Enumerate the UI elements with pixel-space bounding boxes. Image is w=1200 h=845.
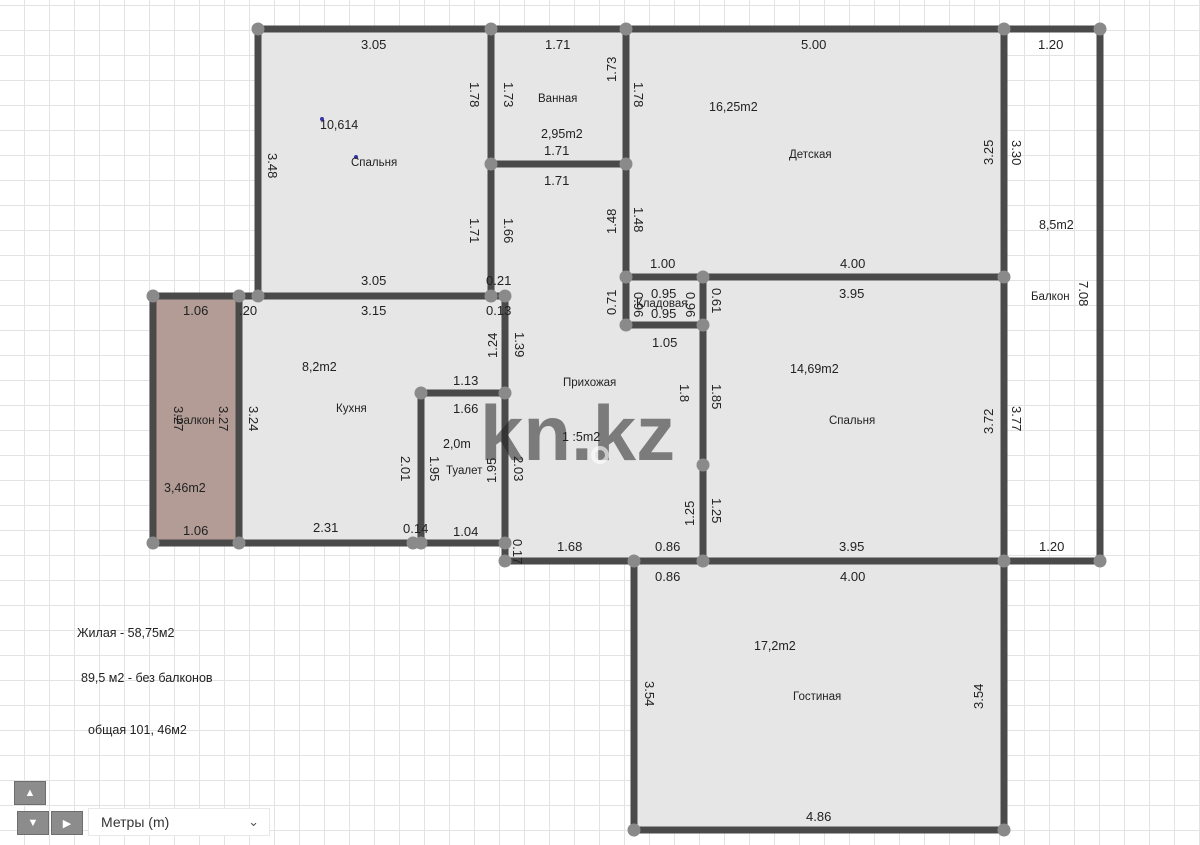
dimension-label: 1.48 [631,207,646,232]
room-area: 1 :5m2 [562,430,600,444]
living-area-note: Жилая - 58,75м2 [77,626,175,640]
dimension-label: 0.96 [683,292,698,317]
arrow-right-icon: ▶ [62,817,72,830]
room-area: 16,25m2 [709,100,758,114]
dimension-label: 3.15 [361,303,386,318]
total-area-note: общая 101, 46м2 [88,723,187,737]
room-area: 17,2m2 [754,639,796,653]
dimension-label: 1.13 [453,373,478,388]
dimension-label: 0.86 [655,539,680,554]
dimension-label: 1.06 [183,523,208,538]
dimension-label: 0.21 [486,273,511,288]
dimension-label: 1.71 [544,143,569,158]
dimension-label: 0.13 [486,303,511,318]
dimension-label: 1.48 [604,209,619,234]
room-area: 2,0m [443,437,471,451]
room-name: Детская [789,149,832,161]
dimension-label: 0.71 [604,290,619,315]
room-area: 8,5m2 [1039,218,1074,232]
dimension-label: 3.54 [642,681,657,706]
chevron-down-icon: ⌄ [248,814,259,829]
dimension-label: 0.61 [709,288,724,313]
dimension-label: 1.78 [467,82,482,107]
dimension-label: 3.24 [246,406,261,431]
dimension-label: 1.8 [677,384,692,402]
dimension-label: 1.06 [183,303,208,318]
dimension-label: 1.73 [501,82,516,107]
dimension-label: 1.39 [512,332,527,357]
dimension-label: 1.20 [1038,37,1063,52]
dimension-label: 0.86 [655,569,680,584]
dimension-label: .20 [239,303,257,318]
dimension-label: 3.48 [265,153,280,178]
dimension-label: 1.78 [631,82,646,107]
dimension-label: 2.31 [313,520,338,535]
dimension-label: 1.71 [544,173,569,188]
dimension-label: 4.00 [840,256,865,271]
dimension-label: 1.25 [682,501,697,526]
room-area: 8,2m2 [302,360,337,374]
dimension-label: 0.96 [631,292,646,317]
dimension-label: 0.17 [510,539,525,564]
dimension-label: 1.04 [453,524,478,539]
floor-plan: kn.kz Ванная 2,95m2 10,614 Спальня 16,25… [146,22,1107,837]
pan-down-button[interactable]: ▼ [17,811,49,835]
dimension-label: 3.30 [1009,140,1024,165]
dimension-label: 3.05 [361,37,386,52]
dimension-label: 1.71 [467,218,482,243]
room-name: Балкон [1031,291,1070,303]
dimension-label: 1.68 [557,539,582,554]
pan-right-button[interactable]: ▶ [51,811,83,835]
dimension-label: 0.95 [651,286,676,301]
room-name: Спальня [351,157,397,169]
room-name: Прихожая [563,377,616,389]
room-name: Кухня [336,403,367,415]
dimension-label: 1.95 [427,456,442,481]
arrow-up-icon: ▲ [24,787,36,799]
dimension-label: 3.77 [1009,406,1024,431]
dimension-label: 1.85 [709,384,724,409]
dimension-label: 3.95 [839,286,864,301]
room-area: 3,46m2 [164,481,206,495]
dimension-label: 1.05 [652,335,677,350]
dimension-label: 1.71 [545,37,570,52]
dimension-label: 5.00 [801,37,826,52]
room-area: 10,614 [320,118,358,132]
room-name: Туалет [446,465,483,477]
dimension-label: 1.25 [709,498,724,523]
room-name: Гостиная [793,691,841,703]
room-area: 2,95m2 [541,127,583,141]
dimension-label: 3.54 [971,684,986,709]
dimension-label: 1.66 [501,218,516,243]
dimension-label: 1.20 [1039,539,1064,554]
units-selected-value: Метры (m) [101,814,170,830]
dimension-label: 4.86 [806,809,831,824]
pan-up-button[interactable]: ▲ [14,781,46,805]
dimension-label: 1.24 [485,333,500,358]
dimension-label: 3.27 [216,406,231,431]
room-name: Ванная [538,93,577,105]
dimension-label: 7.08 [1076,281,1091,306]
dimension-label: 1.66 [453,401,478,416]
dimension-label: 1.95 [484,458,499,483]
room-name: Спальня [829,415,875,427]
dimension-label: 0.95 [651,306,676,321]
dimension-label: 3.95 [839,539,864,554]
dimension-label: 3.05 [361,273,386,288]
dimension-label: 3.27 [171,406,186,431]
dimension-label: 1.00 [650,256,675,271]
dimension-label: 1.73 [604,57,619,82]
without-balconies-note: 89,5 м2 - без балконов [81,671,213,685]
dimension-label: 3.72 [981,409,996,434]
room-area: 14,69m2 [790,362,839,376]
dimension-label: 4.00 [840,569,865,584]
dimension-label: 0.14 [403,521,428,536]
arrow-down-icon: ▼ [27,817,39,829]
dimension-label: 2.03 [511,456,526,481]
units-select[interactable]: Метры (m) ⌄ [88,808,270,836]
dimension-label: 2.01 [398,456,413,481]
dimension-label: 3.25 [981,140,996,165]
